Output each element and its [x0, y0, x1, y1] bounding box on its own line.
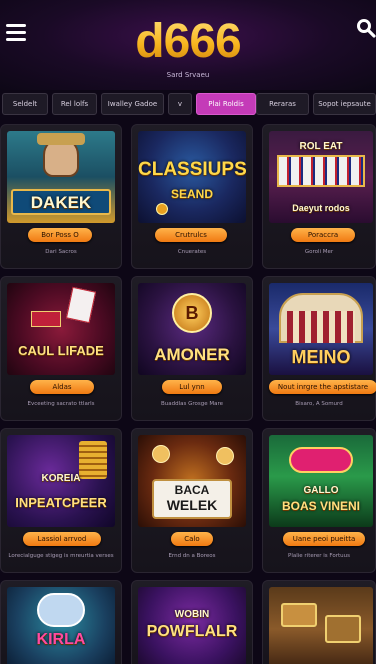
game-caption: Bisaro, A Somurd: [295, 401, 343, 407]
filter-button[interactable]: Reraras: [256, 93, 309, 115]
filter-button[interactable]: Iwalley Gadoe: [101, 93, 164, 115]
game-thumbnail[interactable]: MEINO: [269, 283, 373, 375]
game-card[interactable]: WOBIN POWFLALR: [131, 580, 253, 664]
game-thumbnail[interactable]: [269, 587, 373, 664]
play-button[interactable]: Lul ynn: [162, 380, 222, 394]
filter-button-active[interactable]: Plai Roldis: [196, 93, 256, 115]
filter-button[interactable]: Sopot iepsaute: [313, 93, 376, 115]
game-title: WELEK: [166, 497, 218, 513]
app-header: d666 Sard Srvaeu: [0, 0, 376, 90]
game-title: CLASSIUPS: [138, 159, 246, 180]
game-thumbnail[interactable]: KIRLA: [7, 587, 115, 664]
search-icon[interactable]: [356, 18, 376, 38]
game-card[interactable]: BACA WELEK Calo Ernd dn a Boreos: [131, 428, 253, 573]
game-title: CAUL LIFADE: [18, 343, 104, 358]
game-title: POWFLALR: [146, 623, 238, 640]
game-card[interactable]: DAKEK Bor Poss O Dari Sacros: [0, 124, 122, 269]
game-title: AMONER: [154, 345, 230, 364]
game-caption: Ernd dn a Boreos: [168, 553, 216, 559]
game-title: ROL EAT: [299, 141, 343, 152]
site-tagline: Sard Srvaeu: [166, 71, 210, 79]
game-caption: Lorecialguge stigeg is mreurtia verses: [8, 553, 114, 559]
play-button[interactable]: Bor Poss O: [28, 228, 92, 242]
play-button[interactable]: Calo: [171, 532, 213, 546]
game-card[interactable]: [262, 580, 376, 664]
game-thumbnail[interactable]: B AMONER: [138, 283, 246, 375]
play-button[interactable]: Aldas: [30, 380, 94, 394]
game-title: MEINO: [291, 347, 351, 367]
game-subtitle: KOREIA: [41, 473, 81, 484]
game-thumbnail[interactable]: GALLO BOAS VINENI: [269, 435, 373, 527]
game-title: INPEATCPEER: [15, 495, 107, 510]
game-card[interactable]: B AMONER Lul ynn Buaddlas Grosge Mare: [131, 276, 253, 421]
game-card[interactable]: GALLO BOAS VINENI Uane peoi pueitta Plal…: [262, 428, 376, 573]
game-thumbnail[interactable]: ROL EAT Daeyut rodos: [269, 131, 373, 223]
play-button[interactable]: Uane peoi pueitta: [283, 532, 365, 546]
game-thumbnail[interactable]: DAKEK: [7, 131, 115, 223]
site-logo[interactable]: d666: [0, 14, 376, 69]
filter-button[interactable]: Rel lolfs: [52, 93, 97, 115]
filter-bar: Seldelt Rel lolfs Iwalley Gadoe v Plai R…: [0, 93, 376, 115]
game-subtitle: B: [185, 303, 199, 323]
game-card[interactable]: MEINO Nout inrgre the apstistare Bisaro,…: [262, 276, 376, 421]
game-thumbnail[interactable]: CAUL LIFADE: [7, 283, 115, 375]
game-thumbnail[interactable]: CLASSIUPS SEAND: [138, 131, 246, 223]
game-caption: Evceeting sacrato ttlarls: [27, 401, 95, 407]
play-button[interactable]: Nout inrgre the apstistare: [269, 380, 376, 394]
game-subtitle: SEAND: [170, 187, 213, 201]
game-title: DAKEK: [30, 193, 92, 212]
game-subtitle: WOBIN: [174, 609, 210, 620]
game-card[interactable]: CLASSIUPS SEAND Crutrulcs Cnuerates: [131, 124, 253, 269]
game-card[interactable]: KIRLA: [0, 580, 122, 664]
game-subtitle: GALLO: [303, 485, 339, 496]
play-button[interactable]: Crutrulcs: [155, 228, 227, 242]
game-title: KIRLA: [36, 631, 86, 648]
game-title: BOAS VINENI: [281, 499, 360, 513]
game-caption: Buaddlas Grosge Mare: [160, 401, 224, 407]
game-thumbnail[interactable]: WOBIN POWFLALR: [138, 587, 246, 664]
game-caption: Plalie riterer is Fortuus: [288, 553, 350, 559]
game-caption: Goroli Mer: [304, 249, 334, 255]
game-caption: Cnuerates: [177, 249, 207, 255]
game-card[interactable]: ROL EAT Daeyut rodos Poraccra Goroli Mer: [262, 124, 376, 269]
game-card[interactable]: CAUL LIFADE Aldas Evceeting sacrato ttla…: [0, 276, 122, 421]
game-caption: Dari Sacros: [45, 249, 77, 255]
play-button[interactable]: Lassiol arrvod: [23, 532, 101, 546]
game-card[interactable]: KOREIA INPEATCPEER Lassiol arrvod Loreci…: [0, 428, 122, 573]
game-thumbnail[interactable]: BACA WELEK: [138, 435, 246, 527]
filter-button[interactable]: Seldelt: [2, 93, 48, 115]
game-thumbnail[interactable]: KOREIA INPEATCPEER: [7, 435, 115, 527]
game-subtitle: BACA: [174, 483, 210, 497]
game-subtitle: Daeyut rodos: [292, 203, 350, 213]
filter-dropdown-toggle[interactable]: v: [168, 93, 192, 115]
play-button[interactable]: Poraccra: [291, 228, 355, 242]
